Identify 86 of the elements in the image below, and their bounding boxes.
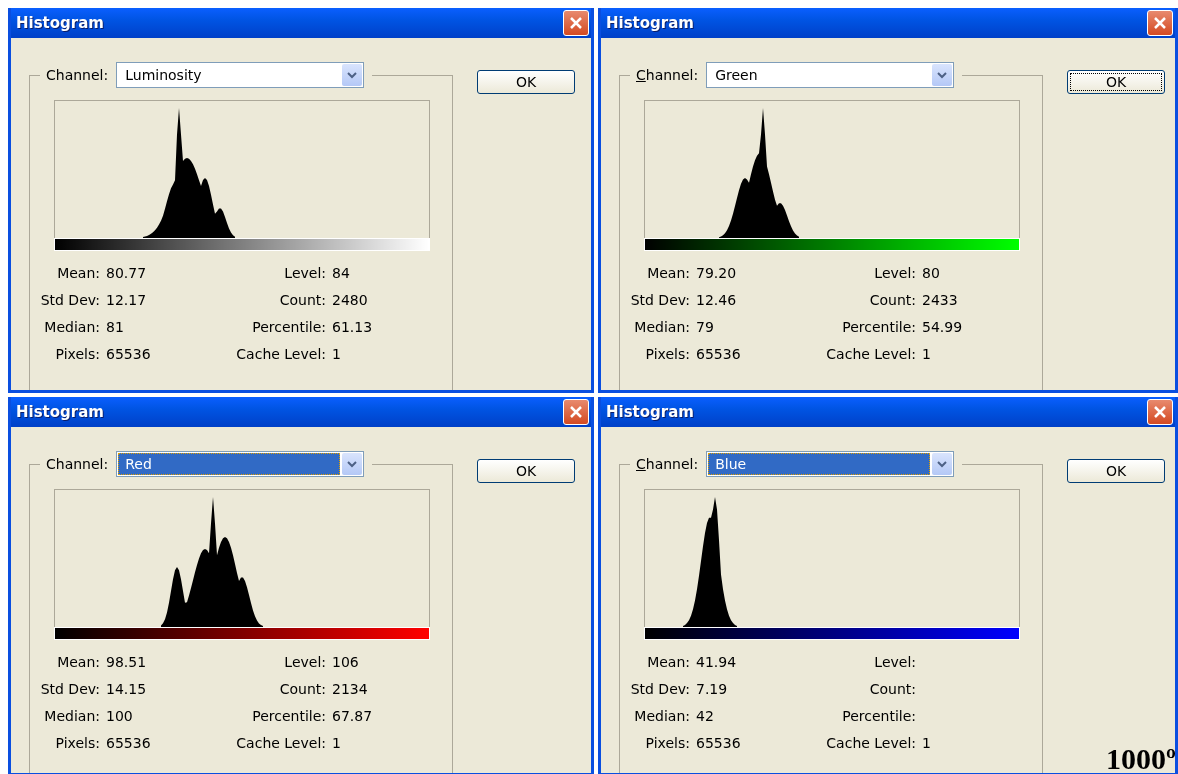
stat-label: Pixels: bbox=[54, 346, 100, 364]
stat-label: Median: bbox=[43, 319, 100, 337]
stat-label: Median: bbox=[633, 319, 690, 337]
stat-value: 41.94 bbox=[696, 654, 738, 672]
stat-label: Pixels: bbox=[644, 735, 690, 753]
channel-dropdown[interactable]: Blue bbox=[706, 451, 955, 477]
stat-label: Pixels: bbox=[54, 735, 100, 753]
stat-label: Percentile: bbox=[841, 708, 916, 726]
stat-label: Cache Level: bbox=[235, 346, 326, 364]
channel-label: Channel: bbox=[46, 456, 109, 472]
window-title: Histogram bbox=[16, 403, 104, 421]
stat-label: Count: bbox=[278, 681, 326, 699]
corner-text: 1000º bbox=[1106, 742, 1176, 774]
window-title: Histogram bbox=[606, 403, 694, 421]
window-title: Histogram bbox=[16, 14, 104, 32]
stat-label: Mean: bbox=[56, 265, 100, 283]
close-button[interactable] bbox=[1147, 399, 1173, 425]
stat-value: 98.51 bbox=[106, 654, 148, 672]
stat-value: 1 bbox=[332, 735, 342, 753]
close-icon bbox=[570, 406, 582, 418]
channel-label: Channel: bbox=[46, 67, 109, 83]
stat-value: 61.13 bbox=[332, 319, 374, 337]
stat-value: 106 bbox=[332, 654, 360, 672]
stat-label: Median: bbox=[633, 708, 690, 726]
stat-label: Mean: bbox=[646, 654, 690, 672]
stat-value: 2134 bbox=[332, 681, 369, 699]
stat-value: 67.87 bbox=[332, 708, 374, 726]
stat-label: Median: bbox=[43, 708, 100, 726]
channel-label: Channel: bbox=[636, 456, 699, 472]
stat-label: Count: bbox=[868, 681, 916, 699]
stat-value: 65536 bbox=[696, 346, 742, 364]
stat-label: Std Dev: bbox=[630, 292, 690, 310]
stat-value: 84 bbox=[332, 265, 351, 283]
stat-label: Pixels: bbox=[644, 346, 690, 364]
stat-value: 2480 bbox=[332, 292, 369, 310]
stat-value: 42 bbox=[696, 708, 715, 726]
close-icon bbox=[1154, 17, 1166, 29]
stat-label: Std Dev: bbox=[630, 681, 690, 699]
ok-button[interactable]: OK bbox=[1067, 70, 1165, 94]
stat-label: Std Dev: bbox=[40, 292, 100, 310]
channel-dropdown[interactable]: Luminosity bbox=[116, 62, 365, 88]
ok-button[interactable]: OK bbox=[477, 459, 575, 483]
stat-value: 1 bbox=[332, 346, 342, 364]
stat-value: 12.17 bbox=[106, 292, 148, 310]
stat-value: 1 bbox=[922, 735, 932, 753]
stat-value: 80 bbox=[922, 265, 941, 283]
close-icon bbox=[1154, 406, 1166, 418]
stat-value: 65536 bbox=[106, 346, 152, 364]
stat-value: 79.20 bbox=[696, 265, 738, 283]
stat-label: Mean: bbox=[56, 654, 100, 672]
window-title: Histogram bbox=[606, 14, 694, 32]
stat-value: 7.19 bbox=[696, 681, 729, 699]
stat-label: Level: bbox=[283, 265, 326, 283]
close-icon bbox=[570, 17, 582, 29]
stat-label: Cache Level: bbox=[825, 346, 916, 364]
stat-label: Level: bbox=[873, 654, 916, 672]
stat-value: 79 bbox=[696, 319, 715, 337]
channel-dropdown[interactable]: Red bbox=[116, 451, 365, 477]
ok-button[interactable]: OK bbox=[477, 70, 575, 94]
ok-button[interactable]: OK bbox=[1067, 459, 1165, 483]
stat-value: 12.46 bbox=[696, 292, 738, 310]
stat-label: Percentile: bbox=[251, 319, 326, 337]
stat-value: 81 bbox=[106, 319, 125, 337]
stat-value: 65536 bbox=[696, 735, 742, 753]
channel-dropdown[interactable]: Green bbox=[706, 62, 955, 88]
stat-value: 1 bbox=[922, 346, 932, 364]
stat-label: Cache Level: bbox=[235, 735, 326, 753]
stat-label: Percentile: bbox=[251, 708, 326, 726]
stat-label: Level: bbox=[283, 654, 326, 672]
close-button[interactable] bbox=[563, 10, 589, 36]
stat-label: Std Dev: bbox=[40, 681, 100, 699]
stat-label: Percentile: bbox=[841, 319, 916, 337]
stat-value: 14.15 bbox=[106, 681, 148, 699]
stat-value: 65536 bbox=[106, 735, 152, 753]
stat-label: Cache Level: bbox=[825, 735, 916, 753]
stat-value: 100 bbox=[106, 708, 134, 726]
close-button[interactable] bbox=[1147, 10, 1173, 36]
stat-label: Mean: bbox=[646, 265, 690, 283]
stat-label: Count: bbox=[278, 292, 326, 310]
stat-label: Level: bbox=[873, 265, 916, 283]
stat-value: 54.99 bbox=[922, 319, 964, 337]
stat-value: 80.77 bbox=[106, 265, 148, 283]
stat-value: 2433 bbox=[922, 292, 959, 310]
close-button[interactable] bbox=[563, 399, 589, 425]
stat-label: Count: bbox=[868, 292, 916, 310]
channel-label: Channel: bbox=[636, 67, 699, 83]
